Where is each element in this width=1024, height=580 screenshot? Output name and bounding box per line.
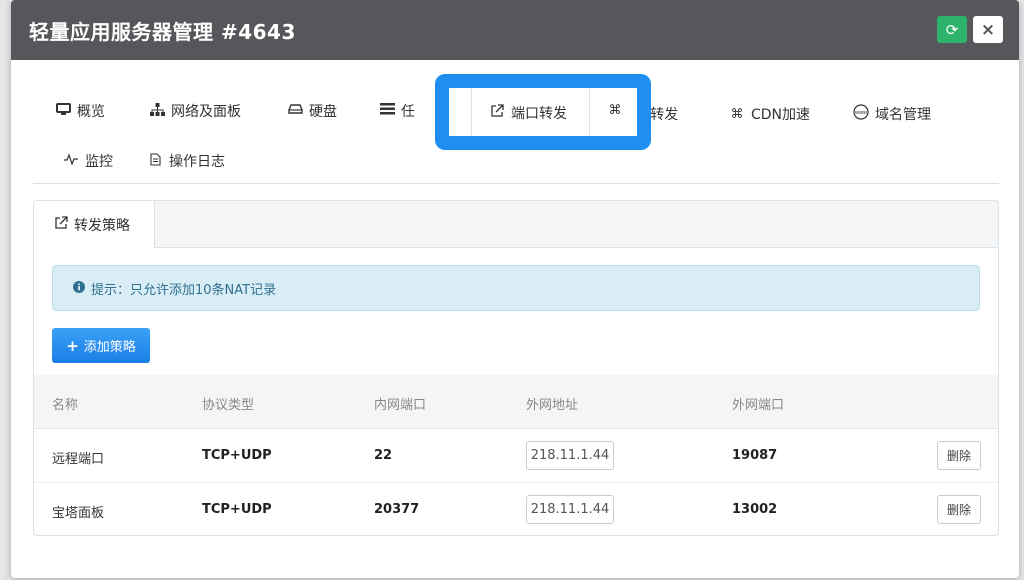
info-circle-icon [73,280,85,296]
command-icon: ⌘ [608,103,622,118]
table-row: 远程端口 TCP+UDP 22 218.11.1.44 19087 删除 [34,429,998,483]
dialog-header: 轻量应用服务器管理 #4643 ⟳ × [11,0,1019,60]
policy-table: 名称 协议类型 内网端口 外网地址 外网端口 远程端口 TCP+UDP 22 2… [34,375,998,535]
cell-name: 远程端口 [52,452,105,467]
file-icon [147,152,163,170]
tab-port-forward[interactable]: 端口转发 [489,103,567,123]
info-alert: 提示：只允许添加10条NAT记录 [52,265,980,311]
sitemap-icon [149,102,165,120]
refresh-icon: ⟳ [945,20,959,39]
cell-internal-port: 20377 [374,502,420,517]
forward-policy-panel: 转发策略 提示：只允许添加10条NAT记录 + 添加策略 名称 协议类型 内网端… [33,200,999,536]
header-external-port: 外网端口 [732,398,785,413]
tab-overview-label: 概览 [77,104,105,120]
tab-forward-policy-label: 转发策略 [74,218,130,234]
tab-divider [589,88,590,136]
tab-monitor-label: 监控 [85,154,113,170]
tab-nav: 概览 网络及面板 硬盘 任 DN转发 ⌘ CDN加速 www 域名管理 监控 操… [33,74,999,184]
cell-protocol: TCP+UDP [202,502,272,517]
svg-text:www: www [855,110,867,116]
external-link-icon [54,216,68,234]
server-management-dialog: 轻量应用服务器管理 #4643 ⟳ × 概览 网络及面板 硬盘 任 DN转发 ⌘… [11,0,1019,578]
tab-cdn-label: CDN加速 [751,107,811,123]
table-header: 名称 协议类型 内网端口 外网地址 外网端口 [34,375,998,429]
tab-divider [471,88,472,136]
highlighted-tab-area: 端口转发 ⌘ [449,88,637,136]
refresh-button[interactable]: ⟳ [937,16,967,43]
hdd-icon [287,103,303,119]
tab-operation-log[interactable]: 操作日志 [147,151,225,171]
monitor-icon [55,102,71,120]
plus-icon: + [66,336,79,355]
tab-tasks-label: 任 [401,104,415,120]
tab-network-panel[interactable]: 网络及面板 [149,101,241,121]
external-link-icon [489,104,505,122]
tab-operation-log-label: 操作日志 [169,154,225,170]
tab-cdn[interactable]: ⌘ CDN加速 [729,104,811,124]
add-policy-button[interactable]: + 添加策略 [52,328,150,363]
dialog-title: 轻量应用服务器管理 #4643 [29,19,296,44]
cell-protocol: TCP+UDP [202,448,272,463]
header-name: 名称 [52,398,79,413]
header-external-address: 外网地址 [526,398,579,413]
cell-name: 宝塔面板 [52,506,105,521]
header-protocol: 协议类型 [202,398,255,413]
close-button[interactable]: × [973,16,1003,43]
cell-external-port: 19087 [732,448,778,463]
alert-text: 提示：只允许添加10条NAT记录 [91,282,277,298]
tab-network-panel-label: 网络及面板 [171,104,241,120]
tab-domain[interactable]: www 域名管理 [853,104,931,124]
tab-disk[interactable]: 硬盘 [287,101,337,121]
close-icon: × [980,19,996,40]
delete-button[interactable]: 删除 [937,495,981,524]
table-row: 宝塔面板 TCP+UDP 20377 218.11.1.44 13002 删除 [34,483,998,535]
tasks-icon [379,103,395,119]
tab-dn-forward-icon-area[interactable]: ⌘ [607,103,629,118]
tab-monitor[interactable]: 监控 [63,151,113,171]
www-icon: www [853,104,869,124]
tab-tasks[interactable]: 任 [379,101,415,121]
tab-port-forward-label: 端口转发 [511,106,567,122]
cell-internal-port: 22 [374,448,393,463]
tab-disk-label: 硬盘 [309,104,337,120]
panel-tabbar: 转发策略 [34,201,998,249]
cell-external-port: 13002 [732,502,778,517]
cell-external-address[interactable]: 218.11.1.44 [526,495,614,524]
pulse-icon [63,153,79,169]
tab-forward-policy[interactable]: 转发策略 [34,201,155,249]
tab-domain-label: 域名管理 [875,107,931,123]
header-internal-port: 内网端口 [374,398,427,413]
tab-overview[interactable]: 概览 [55,101,105,121]
cell-external-address[interactable]: 218.11.1.44 [526,441,614,470]
command-icon: ⌘ [730,106,744,122]
delete-button[interactable]: 删除 [937,441,981,470]
add-policy-label: 添加策略 [83,340,136,355]
